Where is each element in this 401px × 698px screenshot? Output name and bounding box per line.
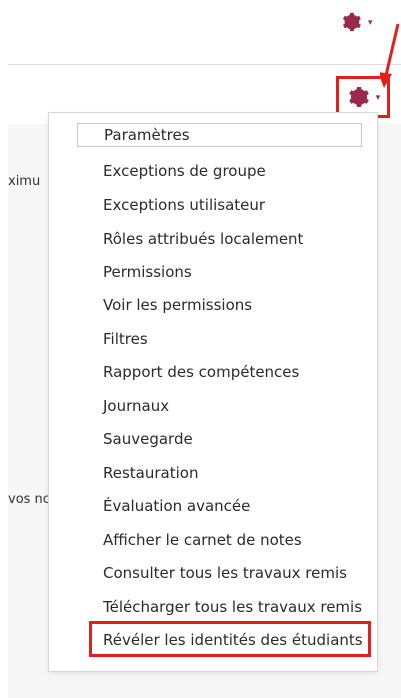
header-divider [8, 64, 401, 65]
gear-icon[interactable] [346, 85, 370, 109]
settings-dropdown-menu: Paramètres Exceptions de groupe Exceptio… [48, 112, 378, 672]
menu-item-exceptions-utilisateur[interactable]: Exceptions utilisateur [103, 191, 265, 219]
menu-item-parametres[interactable]: Paramètres [77, 123, 362, 147]
menu-item-reveler-identites[interactable]: Révéler les identités des étudiants [103, 626, 363, 654]
menu-item-evaluation-avancee[interactable]: Évaluation avancée [103, 492, 250, 520]
menu-item-journaux[interactable]: Journaux [103, 392, 169, 420]
gear-icon[interactable] [340, 11, 362, 33]
chevron-down-icon[interactable]: ▾ [368, 18, 373, 28]
page-text-fragment: ximu [8, 174, 41, 189]
menu-item-filtres[interactable]: Filtres [103, 325, 148, 353]
chevron-down-icon[interactable]: ▾ [376, 93, 381, 103]
menu-item-sauvegarde[interactable]: Sauvegarde [103, 425, 193, 453]
page-text-fragment: vos nc [8, 492, 50, 507]
annotation-arrow [380, 23, 400, 88]
menu-item-voir-permissions[interactable]: Voir les permissions [103, 291, 252, 319]
menu-item-permissions[interactable]: Permissions [103, 258, 192, 286]
menu-item-telecharger-travaux[interactable]: Télécharger tous les travaux remis [103, 593, 362, 621]
menu-item-carnet-notes[interactable]: Afficher le carnet de notes [103, 526, 302, 554]
menu-item-exceptions-groupe[interactable]: Exceptions de groupe [103, 157, 266, 185]
menu-item-consulter-travaux[interactable]: Consulter tous les travaux remis [103, 559, 347, 587]
top-settings-menu[interactable]: ▾ [340, 10, 380, 34]
menu-item-restauration[interactable]: Restauration [103, 459, 198, 487]
menu-item-roles-locaux[interactable]: Rôles attribués localement [103, 225, 303, 253]
menu-item-rapport-competences[interactable]: Rapport des compétences [103, 358, 299, 386]
